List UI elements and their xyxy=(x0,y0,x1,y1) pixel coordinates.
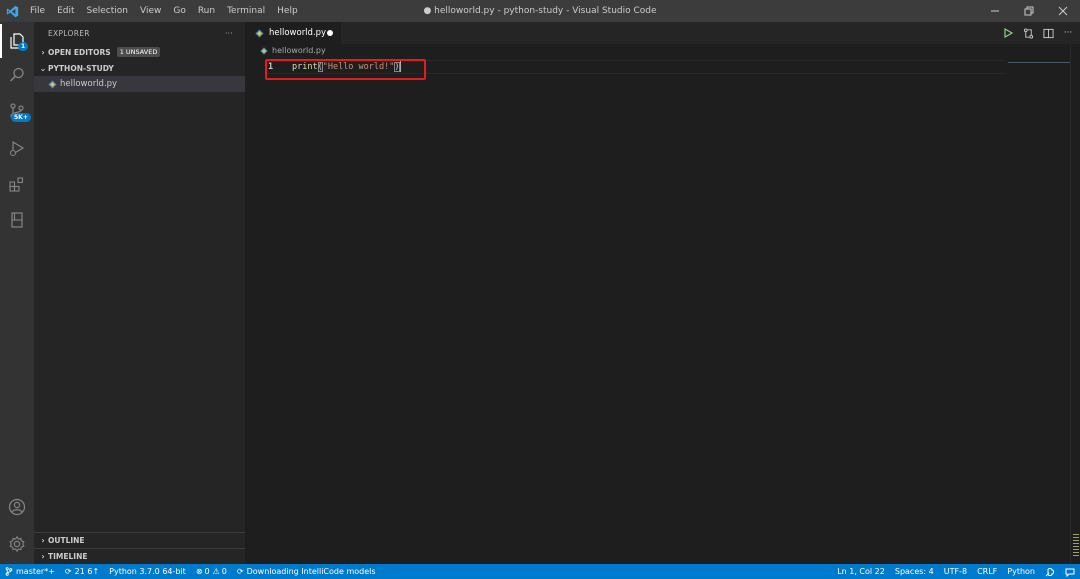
breadcrumb[interactable]: helloworld.py xyxy=(245,44,1080,57)
language-mode[interactable]: Python xyxy=(1002,564,1040,579)
task-indicator[interactable]: ⟳ Downloading IntelliCode models xyxy=(232,564,381,579)
chevron-right-icon: › xyxy=(41,552,45,561)
feedback-icon[interactable] xyxy=(1040,564,1060,579)
sync-indicator[interactable]: ⟳ 21 6↑ xyxy=(60,564,104,579)
folder-label: PYTHON-STUDY xyxy=(48,63,114,73)
run-debug-icon[interactable] xyxy=(0,131,34,165)
explorer-icon[interactable]: 1 xyxy=(0,24,34,58)
search-icon[interactable] xyxy=(0,58,34,92)
file-label: helloworld.py xyxy=(60,79,118,89)
gear-icon[interactable] xyxy=(0,527,34,561)
open-editors-label: OPEN EDITORS xyxy=(48,47,111,57)
warning-icon: ⚠ xyxy=(212,567,220,576)
chevron-right-icon: › xyxy=(41,47,45,57)
sidebar-title: EXPLORER xyxy=(48,28,90,38)
menu-edit[interactable]: Edit xyxy=(51,0,80,22)
open-changes-icon[interactable] xyxy=(1022,27,1034,39)
more-actions-icon[interactable]: ··· xyxy=(1062,27,1074,39)
problems-indicator[interactable]: ⊗ 0 ⚠ 0 xyxy=(191,564,232,579)
tab-label: helloworld.py xyxy=(269,28,327,38)
error-icon: ⊗ xyxy=(195,567,203,576)
editor-area: helloworld.py ··· helloworld.py 1 print(… xyxy=(245,22,1080,564)
close-icon[interactable] xyxy=(1046,0,1080,22)
cursor-position[interactable]: Ln 1, Col 22 xyxy=(832,564,890,579)
source-control-icon[interactable]: 5K+ xyxy=(0,94,34,128)
tab-helloworld[interactable]: helloworld.py xyxy=(245,22,341,44)
menu-view[interactable]: View xyxy=(134,0,167,22)
extensions-icon[interactable] xyxy=(0,167,34,201)
scrollbar-marks xyxy=(1073,534,1079,558)
indentation[interactable]: Spaces: 4 xyxy=(890,564,939,579)
editor-scrollbar[interactable] xyxy=(1070,44,1080,564)
menu-bar: File Edit Selection View Go Run Terminal… xyxy=(24,0,304,22)
python-file-icon xyxy=(46,79,58,89)
activity-bar: 1 5K+ xyxy=(0,22,34,564)
chevron-down-icon: ⌄ xyxy=(39,63,47,73)
menu-selection[interactable]: Selection xyxy=(81,0,134,22)
split-editor-icon[interactable] xyxy=(1042,27,1054,39)
chevron-right-icon: › xyxy=(41,536,45,545)
active-indicator xyxy=(0,24,2,58)
minimize-icon[interactable] xyxy=(978,0,1012,22)
sync-label: 21 6↑ xyxy=(74,567,100,576)
branch-icon xyxy=(5,567,13,576)
outline-section[interactable]: › OUTLINE xyxy=(34,532,245,548)
encoding[interactable]: UTF-8 xyxy=(939,564,972,579)
sync-icon: ⟳ xyxy=(64,567,72,576)
red-annotation-box xyxy=(265,59,426,80)
task-label: Downloading IntelliCode models xyxy=(246,567,376,576)
file-item-helloworld[interactable]: helloworld.py xyxy=(34,76,245,92)
status-bar: master*+ ⟳ 21 6↑ Python 3.7.0 64-bit ⊗ 0… xyxy=(0,564,1080,579)
menu-help[interactable]: Help xyxy=(271,0,304,22)
editor-actions: ··· xyxy=(1002,22,1074,44)
window-controls xyxy=(978,0,1080,22)
python-file-icon xyxy=(258,46,270,55)
notifications-icon[interactable] xyxy=(1060,564,1080,579)
source-control-badge: 5K+ xyxy=(11,113,31,122)
timeline-section[interactable]: › TIMELINE xyxy=(34,548,245,564)
warning-count: 0 xyxy=(221,567,227,576)
minimap-line xyxy=(1008,62,1070,63)
timeline-label: TIMELINE xyxy=(48,552,88,561)
explorer-badge: 1 xyxy=(18,42,29,51)
interpreter-selector[interactable]: Python 3.7.0 64-bit xyxy=(104,564,191,579)
unsaved-dot-icon[interactable] xyxy=(327,30,333,36)
python-file-icon xyxy=(253,28,265,38)
explorer-sidebar: EXPLORER ··· › OPEN EDITORS 1 UNSAVED ⌄ … xyxy=(34,22,245,564)
title-bar: File Edit Selection View Go Run Terminal… xyxy=(0,0,1080,22)
menu-go[interactable]: Go xyxy=(167,0,191,22)
open-editors-section[interactable]: › OPEN EDITORS 1 UNSAVED xyxy=(34,44,245,60)
breadcrumb-file: helloworld.py xyxy=(272,46,326,55)
menu-run[interactable]: Run xyxy=(192,0,221,22)
tab-bar: helloworld.py ··· xyxy=(245,22,1080,44)
outline-label: OUTLINE xyxy=(48,536,85,545)
branch-indicator[interactable]: master*+ xyxy=(0,564,60,579)
error-count: 0 xyxy=(204,567,210,576)
sidebar-header: EXPLORER ··· xyxy=(34,22,245,44)
menu-terminal[interactable]: Terminal xyxy=(221,0,271,22)
more-actions-icon[interactable]: ··· xyxy=(225,29,233,38)
restore-icon[interactable] xyxy=(1012,0,1046,22)
folder-section[interactable]: ⌄ PYTHON-STUDY xyxy=(34,60,245,76)
branch-label: master*+ xyxy=(16,567,55,576)
notebook-icon[interactable] xyxy=(0,203,34,237)
refresh-icon: ⟳ xyxy=(236,567,244,576)
line-ending[interactable]: CRLF xyxy=(972,564,1002,579)
unsaved-badge: 1 UNSAVED xyxy=(116,47,161,57)
status-right: Ln 1, Col 22 Spaces: 4 UTF-8 CRLF Python xyxy=(832,564,1080,579)
run-python-file-icon[interactable] xyxy=(1002,27,1014,39)
menu-file[interactable]: File xyxy=(24,0,51,22)
account-icon[interactable] xyxy=(0,490,34,524)
vscode-logo-icon xyxy=(0,0,24,22)
